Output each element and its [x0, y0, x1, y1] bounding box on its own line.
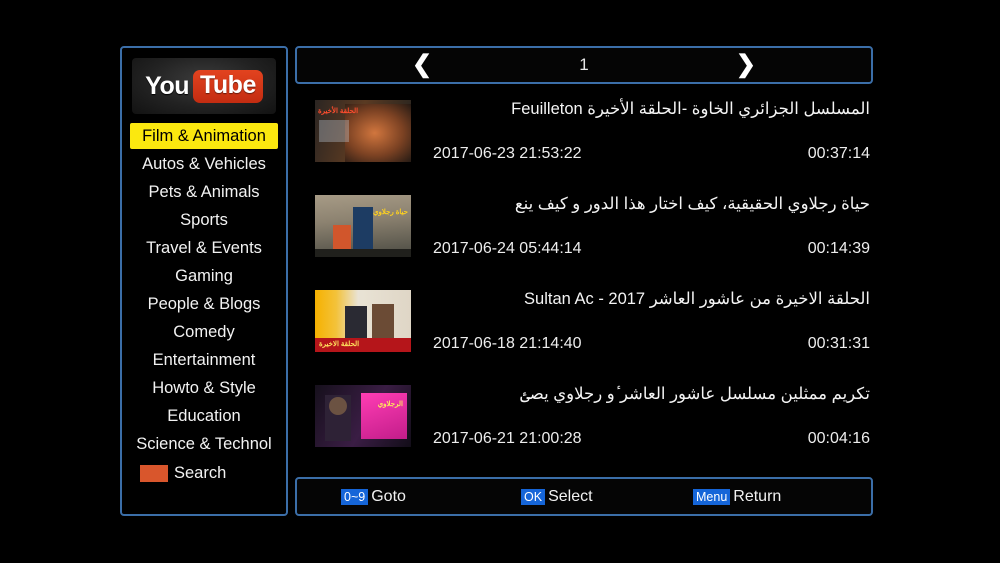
- youtube-logo: You Tube: [132, 58, 276, 114]
- video-title: المسلسل الجزائري الخاوة -الحلقة الأخيرة …: [511, 100, 870, 118]
- table-row[interactable]: الحلقة الاخيرة الحلقة الاخيرة من عاشور ا…: [300, 284, 872, 379]
- key-cap-0-9: 0~9: [341, 488, 369, 505]
- video-list: الحلقة الأخيرة المسلسل الجزائري الخاوة -…: [300, 94, 872, 469]
- video-duration: 00:37:14: [807, 145, 870, 163]
- thumbnail-overlay-text: الحلقة الأخيرة: [318, 108, 359, 115]
- thumbnail-overlay-text: الحلقة الاخيرة: [319, 341, 360, 349]
- video-duration: 00:14:39: [807, 240, 870, 258]
- video-meta: 2017-06-23 21:53:22 00:37:14: [433, 145, 870, 163]
- video-meta: 2017-06-24 05:44:14 00:14:39: [433, 240, 870, 258]
- key-hint-goto-label: Goto: [371, 487, 406, 505]
- key-cap-menu: Menu: [693, 488, 731, 505]
- sidebar-item-film-animation[interactable]: Film & Animation: [130, 123, 278, 149]
- sidebar-item-search[interactable]: Search: [130, 460, 278, 486]
- sidebar-item-gaming[interactable]: Gaming: [130, 263, 278, 289]
- video-meta: 2017-06-18 21:14:40 00:31:31: [433, 335, 870, 353]
- table-row[interactable]: الحلقة الأخيرة المسلسل الجزائري الخاوة -…: [300, 94, 872, 189]
- sidebar-item-comedy[interactable]: Comedy: [130, 319, 278, 345]
- logo-tube-text: Tube: [193, 69, 263, 103]
- sidebar-item-entertainment[interactable]: Entertainment: [130, 347, 278, 373]
- video-date: 2017-06-23 21:53:22: [433, 145, 582, 163]
- current-page-number: 1: [579, 55, 589, 74]
- category-sidebar: You Tube Film & Animation Autos & Vehicle…: [120, 46, 288, 516]
- table-row[interactable]: حياة رجلاوي حياة رجلاوي الحقيقية، كيف اخ…: [300, 189, 872, 284]
- thumbnail-overlay-text: حياة رجلاوي: [373, 209, 408, 216]
- video-duration: 00:04:16: [807, 430, 870, 448]
- video-meta: 2017-06-21 21:00:28 00:04:16: [433, 430, 870, 448]
- video-info: المسلسل الجزائري الخاوة -الحلقة الأخيرة …: [411, 94, 872, 163]
- key-hint-select-label: Select: [548, 487, 593, 505]
- sidebar-item-people-blogs[interactable]: People & Blogs: [130, 291, 278, 317]
- sidebar-nav-list: Film & Animation Autos & Vehicles Pets &…: [126, 122, 282, 487]
- video-title: تكريم ممثلين مسلسل عاشور العاشر ٔو رجلاو…: [520, 385, 870, 403]
- video-thumbnail[interactable]: الرجلاوي: [315, 385, 411, 447]
- sidebar-item-sports[interactable]: Sports: [130, 207, 278, 233]
- video-thumbnail[interactable]: حياة رجلاوي: [315, 195, 411, 257]
- sidebar-item-autos-vehicles[interactable]: Autos & Vehicles: [130, 151, 278, 177]
- video-thumbnail[interactable]: الحلقة الاخيرة: [315, 290, 411, 352]
- sidebar-item-travel-events[interactable]: Travel & Events: [130, 235, 278, 261]
- video-date: 2017-06-18 21:14:40: [433, 335, 582, 353]
- logo-you-text: You: [145, 71, 189, 100]
- video-info: حياة رجلاوي الحقيقية، كيف اختار هذا الدو…: [411, 189, 872, 258]
- table-row[interactable]: الرجلاوي تكريم ممثلين مسلسل عاشور العاشر…: [300, 379, 872, 474]
- sidebar-item-pets-animals[interactable]: Pets & Animals: [130, 179, 278, 205]
- video-title: الحلقة الاخيرة من عاشور العاشر Sultan Ac…: [524, 290, 870, 308]
- thumbnail-overlay-text: الرجلاوي: [377, 401, 403, 408]
- pagination-bar: ❮ 1 ❯: [295, 46, 873, 84]
- video-info: الحلقة الاخيرة من عاشور العاشر Sultan Ac…: [411, 284, 872, 353]
- video-thumbnail[interactable]: الحلقة الأخيرة: [315, 100, 411, 162]
- key-hint-select[interactable]: OK Select: [521, 488, 593, 506]
- sidebar-item-education[interactable]: Education: [130, 403, 278, 429]
- search-color-icon: [140, 464, 168, 482]
- key-hint-goto[interactable]: 0~9 Goto: [341, 488, 406, 506]
- video-date: 2017-06-24 05:44:14: [433, 240, 582, 258]
- sidebar-item-howto-style[interactable]: Howto & Style: [130, 375, 278, 401]
- key-cap-ok: OK: [521, 488, 546, 505]
- video-date: 2017-06-21 21:00:28: [433, 430, 582, 448]
- sidebar-item-search-label: Search: [174, 464, 227, 482]
- key-hint-bar: 0~9 Goto OK Select Menu Return: [295, 477, 873, 516]
- video-duration: 00:31:31: [807, 335, 870, 353]
- video-title: حياة رجلاوي الحقيقية، كيف اختار هذا الدو…: [514, 195, 870, 213]
- key-hint-return[interactable]: Menu Return: [693, 488, 781, 506]
- key-hint-return-label: Return: [733, 487, 782, 505]
- sidebar-item-science-technology[interactable]: Science & Technol: [130, 431, 278, 457]
- video-info: تكريم ممثلين مسلسل عاشور العاشر ٔو رجلاو…: [411, 379, 872, 448]
